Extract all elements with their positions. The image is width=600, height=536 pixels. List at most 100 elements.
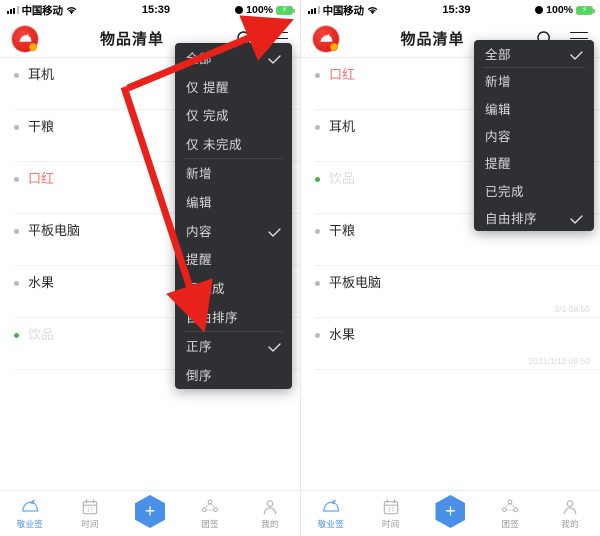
status-bar-left: 中国移动 15:39 100% ⚡ [0,0,300,20]
menu-item[interactable]: 仅 提醒 [175,72,292,101]
list-item-label: 饮品 [329,171,356,186]
menu-item[interactable]: 仅 未完成 [175,129,292,158]
menu-item[interactable]: 内容 [175,216,292,245]
plus-icon: + [144,500,156,521]
status-dot-green-icon [315,177,320,182]
menu-item-label: 全部 [186,51,213,66]
team-icon [201,498,219,516]
tab-cloud-bird[interactable]: 敬业签 [0,491,60,536]
menu-item[interactable]: 已完成 [175,273,292,302]
app-logo-icon[interactable] [313,25,339,52]
tab-label: 敬业签 [16,518,44,529]
status-dot-icon [315,281,320,286]
menu-item[interactable]: 新增 [175,158,292,187]
status-dot-icon [14,73,19,78]
menu-item-label: 全部 [485,48,512,63]
person-icon [562,498,578,516]
menu-item[interactable]: 内容 [474,122,594,149]
dropdown-menu-left[interactable]: 全部仅 提醒仅 完成仅 未完成新增编辑内容提醒已完成自由排序正序倒序 [175,43,292,389]
status-dot-icon [315,125,320,130]
menu-item-label: 编辑 [186,195,213,210]
menu-item-label: 自由排序 [485,211,538,226]
status-bar-right: 中国移动 15:39 100% ⚡ [301,0,600,20]
menu-item-label: 倒序 [186,368,213,383]
list-item-label: 耳机 [28,67,55,82]
list-item-label: 饮品 [28,327,55,342]
status-dot-icon [14,281,19,286]
checkmark-icon [570,213,583,224]
list-item-timestamp: 2021/1/12 09:50 [528,356,590,366]
bottom-tabbar-right: 敬业签 17 时间 + 团签 我的 [301,490,600,536]
menu-item[interactable]: 编辑 [474,95,594,122]
tab-team[interactable]: 团签 [480,491,540,536]
checkmark-icon [268,226,281,237]
battery-charging-icon: ⚡ [576,5,595,15]
menu-item[interactable]: 倒序 [175,360,292,389]
plus-icon: + [445,500,456,521]
alarm-clock-icon [535,6,544,14]
status-dot-icon [315,73,320,78]
menu-item[interactable]: 全部 [175,43,292,72]
menu-item[interactable]: 自由排序 [175,302,292,331]
list-item-label: 口红 [28,171,55,186]
carrier-label: 中国移动 [322,4,364,17]
tab-label: 我的 [261,518,279,529]
dual-phone-screenshot: 中国移动 15:39 100% ⚡ 物品清单 耳机 干粮 口红 平板电脑 水果 … [0,0,600,536]
checkmark-icon [268,341,281,352]
list-item-label: 干粮 [329,223,356,238]
status-dot-icon [315,333,320,338]
tab-person[interactable]: 我的 [240,491,300,536]
tab-label: 团签 [501,518,520,529]
dropdown-menu-right[interactable]: 全部新增编辑内容提醒 已完成自由排序 [474,40,594,232]
menu-item[interactable]: 正序 [175,330,292,360]
add-button-slot: + [421,495,481,530]
menu-item-label: 内容 [485,130,512,145]
cloud-bird-icon [20,498,40,516]
add-note-button[interactable]: + [135,495,165,528]
battery-percent-label: 100% [246,4,273,16]
menu-item[interactable]: 已完成 [474,176,594,203]
menu-item-label: 自由排序 [186,311,239,326]
menu-item-label: 内容 [186,224,213,239]
menu-item[interactable]: 全部 [474,40,594,67]
menu-item-label: 提醒 [186,253,213,268]
tab-label: 敬业签 [317,518,345,529]
alarm-clock-icon [235,6,244,14]
list-item-timestamp: 3/1 08:55 [554,304,590,314]
logo-badge-icon [29,42,37,51]
status-dot-icon [14,125,19,130]
wifi-icon [367,6,378,15]
menu-item[interactable]: 提醒 [474,149,594,176]
left-phone-panel: 中国移动 15:39 100% ⚡ 物品清单 耳机 干粮 口红 平板电脑 水果 … [0,0,300,536]
app-logo-icon[interactable] [12,25,38,52]
list-item-label: 水果 [28,275,55,290]
list-item[interactable]: 水果 2021/1/12 09:50 [301,318,600,370]
tab-calendar[interactable]: 17 时间 [60,491,120,536]
status-dot-icon [14,177,19,182]
add-note-button[interactable]: + [435,495,466,528]
status-clock: 15:39 [442,4,471,16]
bottom-tabbar-left: 敬业签 17 时间 + 团签 我的 [0,490,300,536]
tab-calendar[interactable]: 17 时间 [361,491,421,536]
menu-item-label: 编辑 [485,102,512,117]
list-item-label: 口红 [329,67,356,82]
signal-bars-icon [7,6,19,14]
battery-percent-label: 100% [546,4,573,16]
menu-item[interactable]: 自由排序 [474,204,594,231]
list-item-label: 耳机 [329,119,356,134]
list-item[interactable]: 平板电脑 3/1 08:55 [301,266,600,318]
tab-cloud-bird[interactable]: 敬业签 [301,491,361,536]
tab-person[interactable]: 我的 [540,491,600,536]
menu-item[interactable]: 提醒 [175,245,292,274]
battery-charging-icon: ⚡ [276,5,295,15]
status-left-group: 中国移动 [7,3,77,18]
tab-team[interactable]: 团签 [180,491,240,536]
menu-item[interactable]: 编辑 [175,187,292,216]
menu-item[interactable]: 新增 [474,67,594,94]
tab-label: 我的 [561,518,579,529]
right-phone-panel: 中国移动 15:39 100% ⚡ 物品清单 口红 耳机 饮品 干粮 平板电脑 … [300,0,600,536]
checkmark-icon [268,53,281,64]
menu-item-label: 仅 未完成 [186,138,242,153]
carrier-label: 中国移动 [21,4,63,17]
menu-item[interactable]: 仅 完成 [175,101,292,130]
